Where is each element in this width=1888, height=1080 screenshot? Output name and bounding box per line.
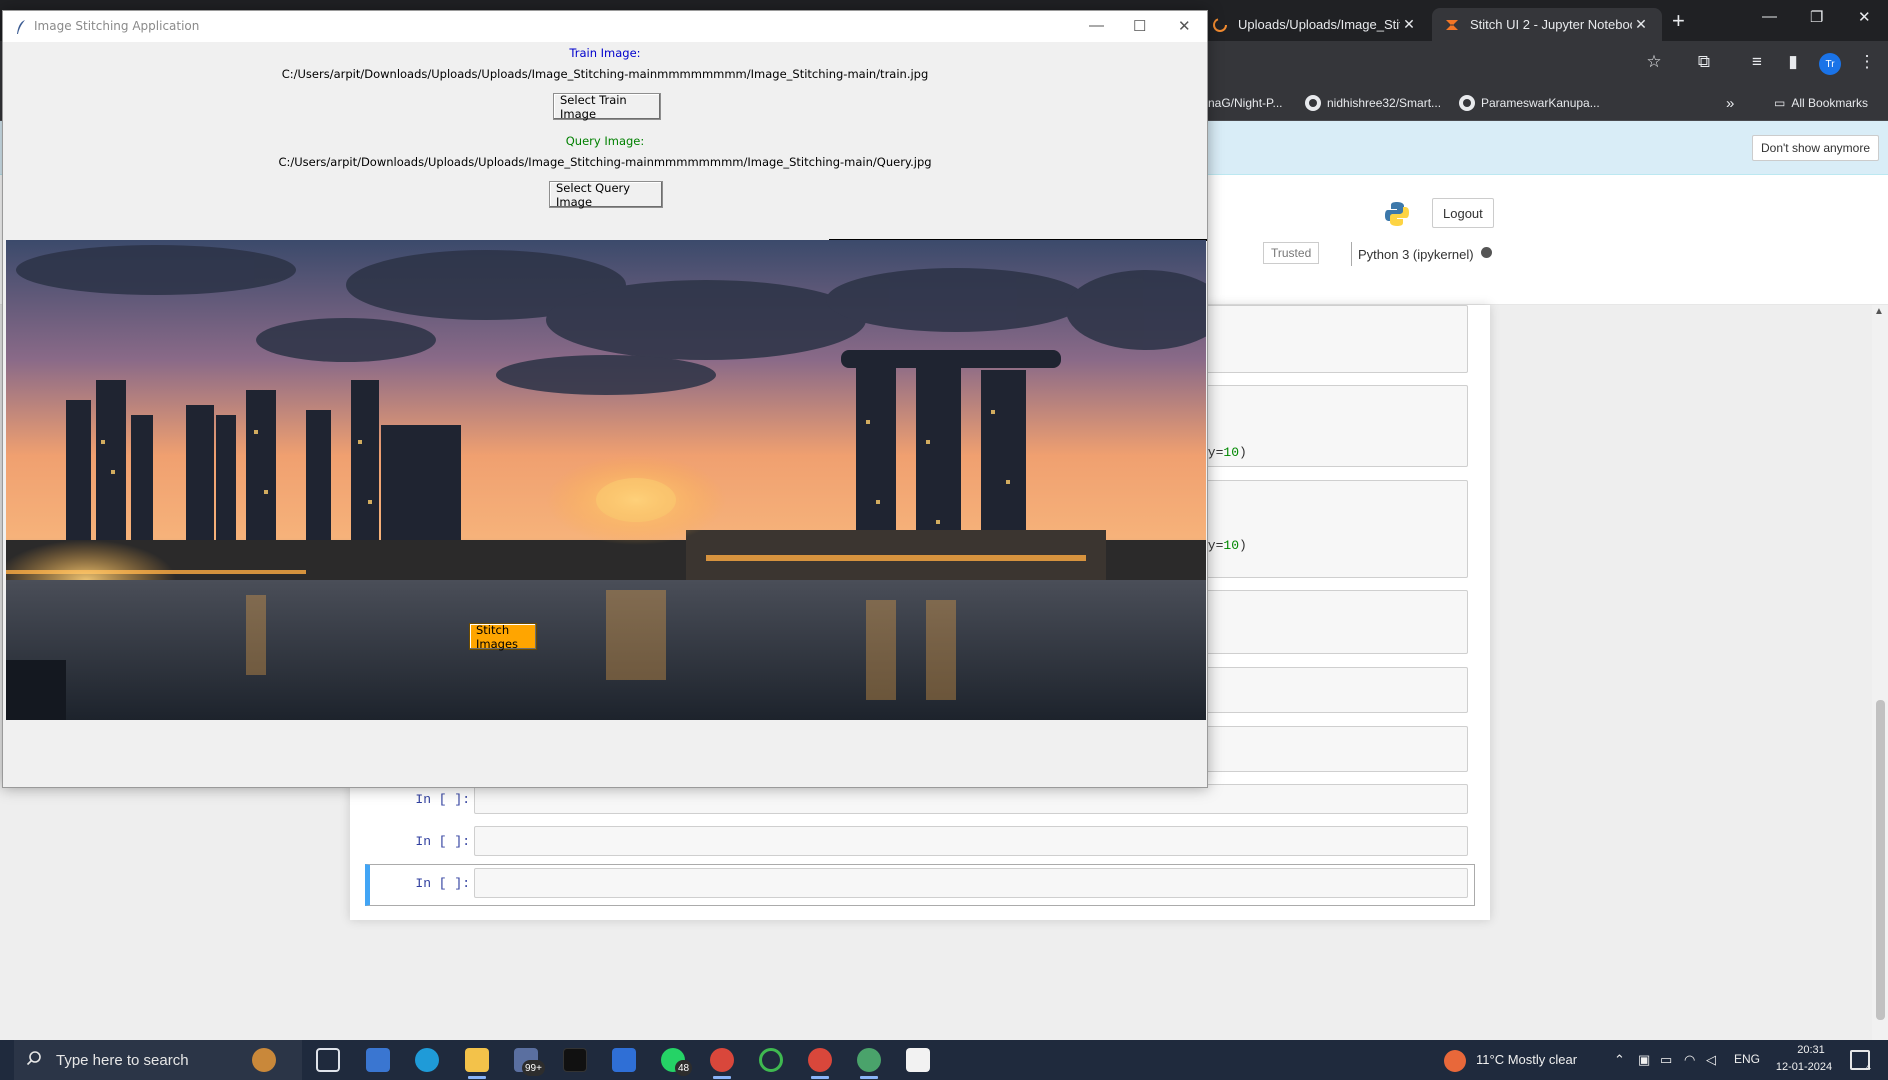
show-hidden-icons[interactable]: ⌃: [1614, 1052, 1625, 1068]
select-query-image-button[interactable]: Select Query Image: [549, 181, 663, 209]
volume-icon[interactable]: ◁: [1706, 1052, 1716, 1068]
tab-title: Stitch UI 2 - Jupyter Notebook: [1470, 17, 1632, 32]
browser-tab-jupyter[interactable]: Stitch UI 2 - Jupyter Notebook ✕: [1432, 8, 1662, 41]
window-title: Image Stitching Application: [34, 19, 200, 33]
stitch-images-button[interactable]: Stitch Images: [469, 623, 537, 651]
folder-icon: ▭: [1774, 96, 1786, 110]
scroll-up-icon[interactable]: ▲: [1874, 306, 1884, 317]
browser-tab-uploads[interactable]: Uploads/Uploads/Image_Stitch ✕: [1200, 8, 1430, 41]
bookmark-item[interactable]: naG/Night-P...: [1208, 92, 1282, 114]
tab-title: Uploads/Uploads/Image_Stitch: [1238, 17, 1400, 32]
scrollbar-thumb[interactable]: [1876, 700, 1885, 1020]
trusted-indicator[interactable]: Trusted: [1263, 242, 1320, 264]
python-app-icon[interactable]: [857, 1048, 881, 1072]
code-cell[interactable]: [474, 784, 1468, 814]
task-view-icon[interactable]: [316, 1048, 340, 1072]
bookmark-item[interactable]: nidhishree32/Smart...: [1305, 92, 1441, 114]
edge-icon[interactable]: [415, 1048, 439, 1072]
restore-icon[interactable]: ❐: [1810, 8, 1823, 26]
store-icon[interactable]: [366, 1048, 390, 1072]
image-stitching-window: Image Stitching Application — ☐ ✕ Train …: [2, 10, 1208, 788]
train-image-label: Train Image:: [569, 46, 641, 60]
video-editor-icon[interactable]: [612, 1048, 636, 1072]
mail-badge: 99+: [522, 1060, 545, 1076]
chrome-menu-icon[interactable]: ⋮: [1856, 52, 1878, 72]
bookmark-star-icon[interactable]: ☆: [1643, 52, 1665, 72]
query-image-path: C:/Users/arpit/Downloads/Uploads/Uploads…: [278, 155, 932, 169]
battery-icon[interactable]: ▭: [1660, 1052, 1672, 1068]
python-logo-icon: [1385, 202, 1409, 226]
train-image-path: C:/Users/arpit/Downloads/Uploads/Uploads…: [281, 67, 929, 81]
new-tab-button[interactable]: +: [1672, 8, 1685, 34]
running-indicator: [860, 1076, 878, 1079]
running-indicator: [811, 1076, 829, 1079]
netflix-icon[interactable]: [563, 1048, 587, 1072]
cell-prompt: In [ ]:: [415, 792, 470, 807]
jupyter-favicon-icon: [1446, 19, 1458, 30]
minimize-icon[interactable]: —: [1089, 17, 1104, 34]
notification-count: 4: [1866, 1062, 1872, 1072]
close-tab-icon[interactable]: ✕: [1400, 16, 1418, 33]
github-icon: [1459, 95, 1475, 111]
code-cell[interactable]: [474, 826, 1468, 856]
kernel-name[interactable]: Python 3 (ipykernel): [1351, 242, 1474, 266]
tk-feather-icon: [17, 20, 25, 34]
search-highlight-icon[interactable]: [252, 1048, 276, 1072]
select-train-image-button[interactable]: Select Train Image: [553, 93, 661, 121]
running-indicator: [468, 1076, 486, 1079]
dont-show-button[interactable]: Don't show anymore: [1752, 135, 1880, 161]
search-placeholder: Type here to search: [56, 1052, 189, 1069]
language-indicator[interactable]: ENG: [1734, 1052, 1760, 1066]
close-tab-icon[interactable]: ✕: [1632, 16, 1650, 33]
clock-time[interactable]: 20:31: [1786, 1044, 1836, 1056]
whatsapp-badge: 48: [675, 1060, 693, 1076]
stitched-image-preview: [6, 240, 1206, 720]
profile-avatar[interactable]: Tr: [1819, 53, 1841, 75]
chrome-icon[interactable]: [808, 1048, 832, 1072]
minimize-icon[interactable]: —: [1762, 8, 1777, 25]
file-explorer-icon[interactable]: [465, 1048, 489, 1072]
chrome-profile-icon[interactable]: [710, 1048, 734, 1072]
all-bookmarks[interactable]: ▭ All Bookmarks: [1774, 92, 1868, 114]
extensions-icon[interactable]: ⧉: [1693, 52, 1715, 72]
query-image-label: Query Image:: [565, 134, 645, 148]
close-window-icon[interactable]: ✕: [1858, 8, 1871, 26]
code-cell-input[interactable]: [474, 868, 1468, 898]
clock-date[interactable]: 12-01-2024: [1768, 1061, 1840, 1073]
logout-button[interactable]: Logout: [1432, 198, 1494, 228]
more-bookmarks-icon[interactable]: »: [1726, 92, 1734, 114]
weather-text[interactable]: 11°C Mostly clear: [1476, 1052, 1577, 1067]
loading-icon: [1213, 17, 1227, 32]
bookmark-item[interactable]: ParameswarKanupa...: [1459, 92, 1600, 114]
github-icon: [1305, 95, 1321, 111]
running-indicator: [713, 1076, 731, 1079]
search-icon: [26, 1051, 41, 1066]
side-panel-icon[interactable]: ▮: [1782, 52, 1804, 72]
close-window-icon[interactable]: ✕: [1178, 17, 1191, 35]
weather-icon[interactable]: [1444, 1050, 1466, 1072]
cell-prompt: In [ ]:: [415, 876, 470, 891]
cell-prompt: In [ ]:: [415, 834, 470, 849]
media-icon[interactable]: ≡: [1746, 52, 1768, 72]
kernel-status-icon: [1481, 247, 1492, 258]
loading-app-icon[interactable]: [759, 1048, 783, 1072]
notepad-icon[interactable]: [906, 1048, 930, 1072]
maximize-icon[interactable]: ☐: [1133, 17, 1146, 35]
meet-icon[interactable]: ▣: [1638, 1052, 1650, 1068]
wifi-icon[interactable]: ◠: [1684, 1052, 1695, 1068]
